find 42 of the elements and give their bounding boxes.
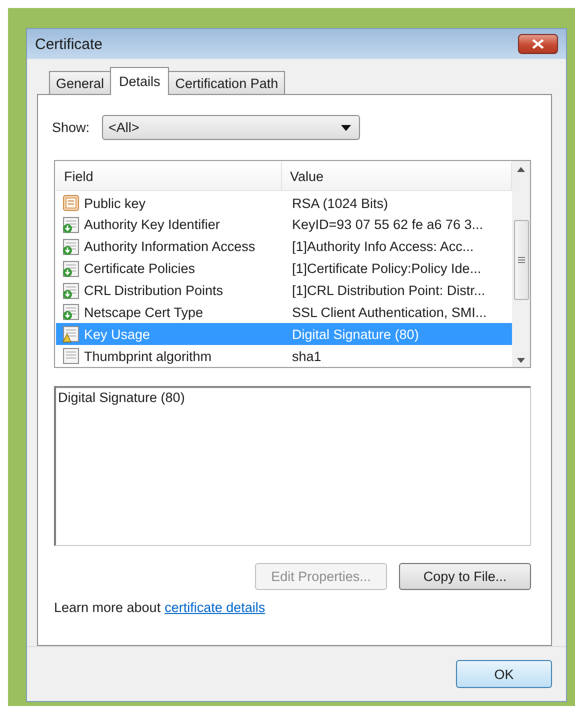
field-value[interactable]: [1]Certificate Policy:Policy Ide... [282,261,512,276]
field-value[interactable]: [1]CRL Distribution Point: Distr... [282,283,512,298]
certificate-details-link[interactable]: certificate details [164,600,266,615]
document-icon [62,347,80,366]
learn-more-text: Learn more about [54,600,161,615]
grip-icon [518,257,524,263]
ok-button[interactable]: OK [456,660,552,688]
show-dropdown[interactable]: <All> [102,115,360,140]
field-value[interactable]: KeyID=93 07 55 62 fe a6 76 3... [282,217,512,232]
field-name[interactable]: Public key [84,196,146,211]
detail-text-area[interactable]: Digital Signature (80) [58,390,528,405]
download-document-icon [62,282,80,300]
scroll-up-icon[interactable] [517,167,525,172]
tab[interactable]: General [49,71,112,94]
close-button[interactable] [518,34,558,54]
scroll-thumb[interactable] [514,220,528,300]
caret-icon [340,124,351,130]
field-name[interactable]: Authority Key Identifier [84,217,220,232]
key-document-icon [62,194,80,212]
download-document-icon [62,303,80,322]
field-name[interactable]: Certificate Policies [84,261,196,276]
download-document-icon [62,238,80,256]
download-document-icon [62,216,80,234]
show-label: Show: [52,120,90,135]
field-name[interactable]: Thumbprint algorithm [84,348,212,364]
close-icon [532,39,544,49]
download-document-icon [62,260,80,278]
window-title: Certificate [35,36,103,52]
column-header[interactable]: Field [56,162,282,190]
field-name[interactable]: Netscape Cert Type [84,304,204,320]
copy-to-file-button[interactable]: Copy to File... [399,563,531,590]
field-name[interactable]: Authority Information Access [84,239,256,254]
field-name[interactable]: CRL Distribution Points [84,283,224,298]
tab[interactable]: Details [110,67,170,95]
warning-document-icon [62,325,80,344]
tab[interactable]: Certification Path [168,71,286,94]
scroll-down-icon[interactable] [517,358,525,363]
field-value[interactable]: [1]Authority Info Access: Acc... [282,239,512,254]
scrollbar[interactable] [512,161,530,367]
field-value[interactable]: SSL Client Authentication, SMI... [282,304,512,320]
field-value[interactable]: sha1 [282,348,512,364]
field-value[interactable]: RSA (1024 Bits) [282,196,512,211]
